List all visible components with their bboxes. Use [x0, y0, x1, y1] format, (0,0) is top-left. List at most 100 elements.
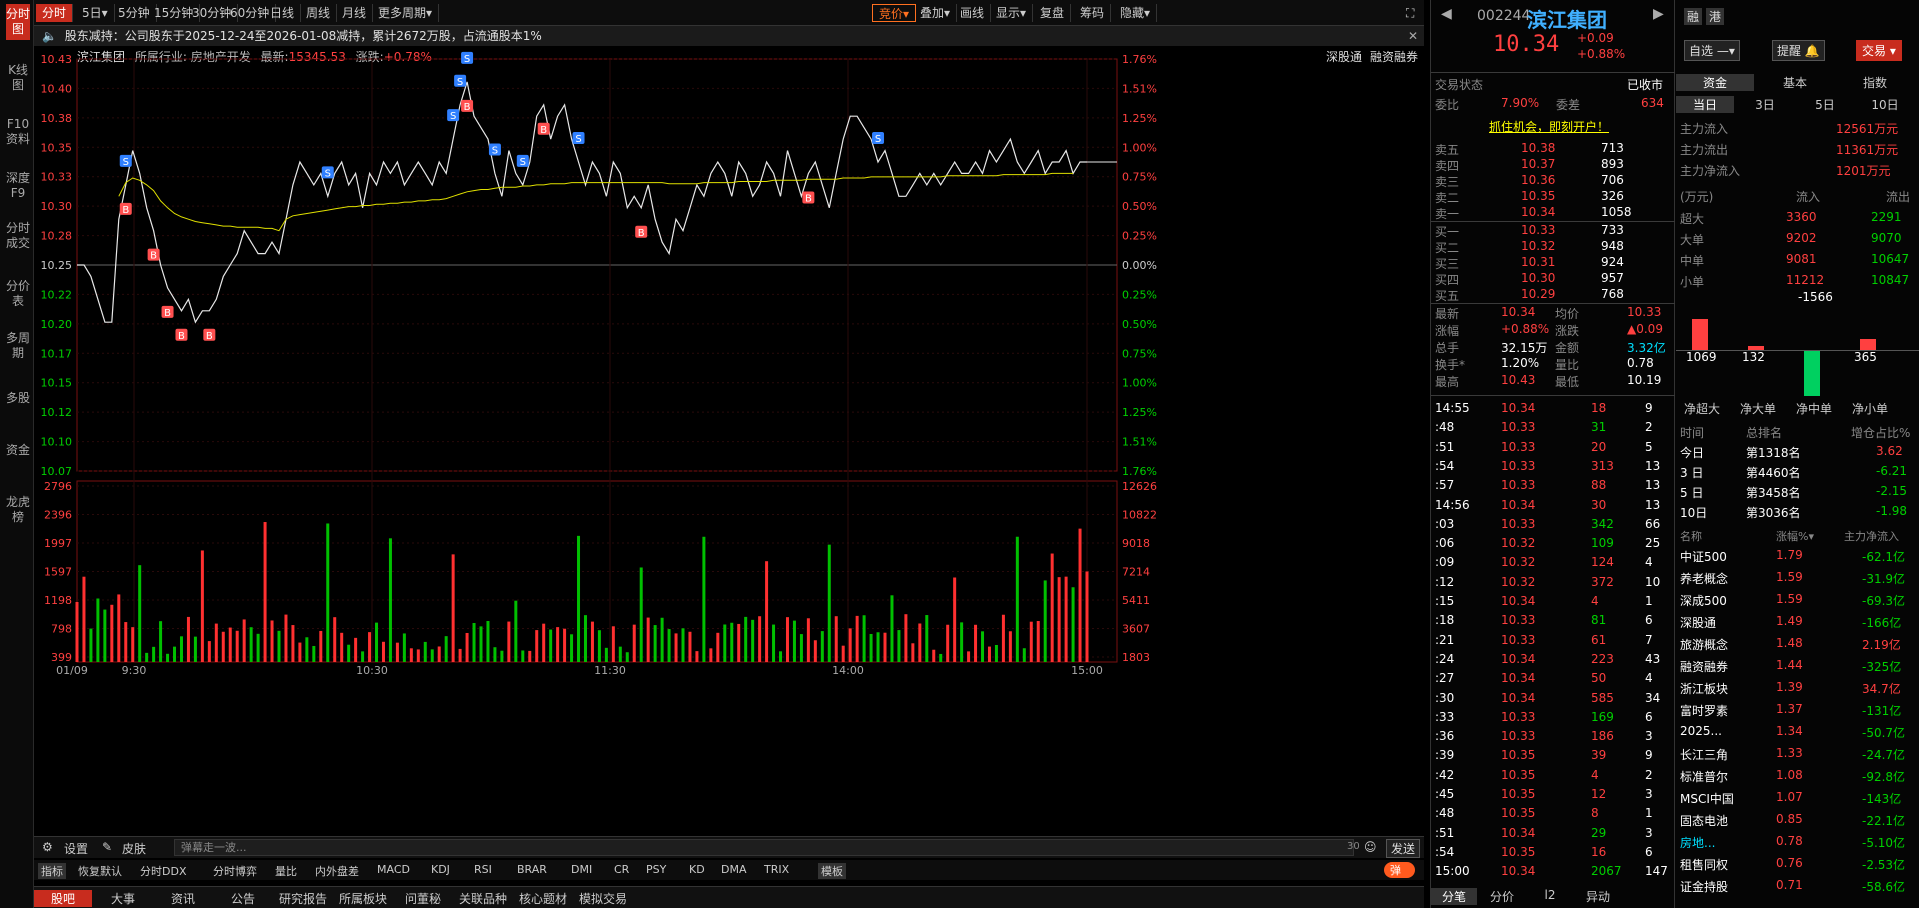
sector-10-name[interactable]: 标准普尔 [1680, 768, 1728, 785]
trade-button[interactable]: 交易 ▾ [1856, 40, 1902, 61]
open-account-link[interactable]: 抓住机会，即刻开户！ [1489, 118, 1609, 135]
indicator-3[interactable]: 分时博弈 [213, 863, 257, 879]
indicator-16[interactable]: 模板 [818, 863, 846, 879]
flow-period-0[interactable]: 当日 [1676, 96, 1734, 113]
sector-6-name[interactable]: 浙江板块 [1680, 680, 1728, 697]
indicator-10[interactable]: DMI [571, 863, 592, 876]
bottom-tab-8[interactable]: 核心题材 [514, 890, 572, 907]
nav-tab-6[interactable]: 多周期 [6, 328, 30, 364]
indicator-7[interactable]: KDJ [431, 863, 450, 876]
toolbar-right-3[interactable]: 显示▾ [990, 4, 1034, 22]
sector-11-name[interactable]: MSCI中国 [1680, 790, 1734, 807]
margin-badge[interactable]: 融 [1684, 8, 1703, 25]
bottom-tab-9[interactable]: 模拟交易 [574, 890, 632, 907]
settings-label[interactable]: 设置 [64, 840, 88, 857]
indicator-14[interactable]: DMA [721, 863, 747, 876]
bottom-tab-4[interactable]: 研究报告 [274, 890, 332, 907]
nav-tab-8[interactable]: 资金 [6, 440, 30, 461]
indicator-8[interactable]: RSI [474, 863, 492, 876]
toolbar-right-0[interactable]: 竞价▾ [872, 4, 917, 22]
sector-8-name[interactable]: 2025... [1680, 724, 1722, 738]
period-tab-9[interactable]: 更多周期▾ [372, 4, 440, 22]
smile-icon[interactable]: ☺ [1364, 840, 1377, 854]
toolbar-right-2[interactable]: 画线 [954, 4, 992, 22]
expand-icon[interactable]: ⛶ [1400, 4, 1420, 22]
indicator-4[interactable]: 量比 [275, 863, 297, 879]
watchlist-button[interactable]: 自选 —▾ [1684, 40, 1740, 61]
indicator-2[interactable]: 分时DDX [140, 863, 186, 879]
nav-tab-7[interactable]: 多股 [6, 388, 30, 409]
skin-icon[interactable]: ✎ [102, 840, 112, 854]
bottom-tab-1[interactable]: 大事 [94, 890, 152, 907]
hk-badge[interactable]: 港 [1706, 8, 1725, 25]
skin-label[interactable]: 皮肤 [122, 840, 146, 857]
sector-0-name[interactable]: 中证500 [1680, 548, 1727, 565]
indicator-15[interactable]: TRIX [764, 863, 789, 876]
intraday-chart[interactable]: 滨江集团 所属行业: 房地产开发 最新:15345.53 涨跌:+0.78% 深… [34, 46, 1424, 836]
period-tab-1[interactable]: 5日▾ [76, 4, 115, 22]
flow-period-1[interactable]: 3日 [1736, 96, 1794, 113]
next-stock-icon[interactable]: ▶ [1653, 6, 1664, 22]
nav-tab-5[interactable]: 分价表 [6, 276, 30, 312]
nav-tab-0[interactable]: 分时图 [6, 4, 30, 40]
bottom-tab-6[interactable]: 问董秘 [394, 890, 452, 907]
danmu-toggle[interactable]: 弹 [1384, 862, 1415, 878]
indicator-13[interactable]: KD [689, 863, 705, 876]
bottom-tab-3[interactable]: 公告 [214, 890, 272, 907]
send-button[interactable]: 发送 [1386, 839, 1421, 858]
toolbar-right-6[interactable]: 隐藏▾ [1114, 4, 1158, 22]
indicator-5[interactable]: 内外盘差 [315, 863, 359, 879]
nav-tab-1[interactable]: K线图 [6, 60, 30, 96]
toolbar-right-4[interactable]: 复盘 [1034, 4, 1072, 22]
flow-period-2[interactable]: 5日 [1796, 96, 1854, 113]
flow-period-3[interactable]: 10日 [1856, 96, 1914, 113]
tick-tab-0[interactable]: 分笔 [1431, 888, 1477, 905]
sector-4-name[interactable]: 旅游概念 [1680, 636, 1728, 653]
bottom-tab-2[interactable]: 资讯 [154, 890, 212, 907]
indicator-11[interactable]: CR [614, 863, 629, 876]
indicator-12[interactable]: PSY [646, 863, 666, 876]
sector-13-name[interactable]: 房地... [1680, 834, 1715, 851]
indicator-6[interactable]: MACD [377, 863, 410, 876]
sector-15-name[interactable]: 证金持股 [1680, 878, 1728, 895]
indicator-9[interactable]: BRAR [517, 863, 547, 876]
danmu-input[interactable]: 弹幕走一波... [174, 839, 1354, 856]
period-tab-6[interactable]: 日线 [264, 4, 302, 22]
bottom-tab-0[interactable]: 股吧 [34, 890, 92, 907]
alert-button[interactable]: 提醒 🔔 [1772, 40, 1825, 61]
avg-line[interactable] [118, 172, 1074, 232]
flow-tab-2[interactable]: 指数 [1836, 74, 1914, 91]
nav-tab-9[interactable]: 龙虎榜 [6, 492, 30, 528]
close-icon[interactable]: ✕ [1408, 26, 1418, 46]
indicator-0[interactable]: 指标 [38, 863, 66, 879]
flow-tab-0[interactable]: 资金 [1676, 74, 1754, 91]
sector-12-name[interactable]: 固态电池 [1680, 812, 1728, 829]
sector-2-name[interactable]: 深成500 [1680, 592, 1727, 609]
sector-5-name[interactable]: 融资融券 [1680, 658, 1728, 675]
nav-tab-3[interactable]: 深度F9 [6, 168, 30, 204]
nav-tab-2[interactable]: F10资料 [6, 114, 30, 150]
sector-7-name[interactable]: 富时罗素 [1680, 702, 1728, 719]
toolbar-right-1[interactable]: 叠加▾ [914, 4, 958, 22]
tick-tab-1[interactable]: 分价 [1479, 888, 1525, 905]
bottom-tab-5[interactable]: 所属板块 [334, 890, 392, 907]
bottom-tab-7[interactable]: 关联品种 [454, 890, 512, 907]
prev-stock-icon[interactable]: ◀ [1441, 6, 1452, 22]
period-tab-8[interactable]: 月线 [336, 4, 374, 22]
sector-1-name[interactable]: 养老概念 [1680, 570, 1728, 587]
period-tab-7[interactable]: 周线 [300, 4, 338, 22]
period-tab-0[interactable]: 分时 [36, 4, 74, 22]
settings-icon[interactable]: ⚙ [42, 840, 53, 854]
tick-tab-2[interactable]: l2 [1527, 888, 1573, 902]
sector-9-name[interactable]: 长江三角 [1680, 746, 1728, 763]
toolbar-right-5[interactable]: 筹码 [1074, 4, 1112, 22]
flow-row-1-label: 大单 [1680, 233, 1705, 247]
notice-text[interactable]: 股东减持：公司股东于2025-12-24至2026-01-08减持，累计2672… [65, 29, 542, 43]
flow-tab-1[interactable]: 基本 [1756, 74, 1834, 91]
sector-3-name[interactable]: 深股通 [1680, 614, 1716, 631]
chart-svg[interactable]: 10.43 1.76% 10.40 1.51% 10.38 1.25% 10.35 1.00%… [34, 46, 1424, 836]
nav-tab-4[interactable]: 分时成交 [6, 218, 30, 254]
tick-tab-3[interactable]: 异动 [1575, 888, 1621, 905]
indicator-1[interactable]: 恢复默认 [78, 863, 122, 879]
sector-14-name[interactable]: 租售同权 [1680, 856, 1728, 873]
